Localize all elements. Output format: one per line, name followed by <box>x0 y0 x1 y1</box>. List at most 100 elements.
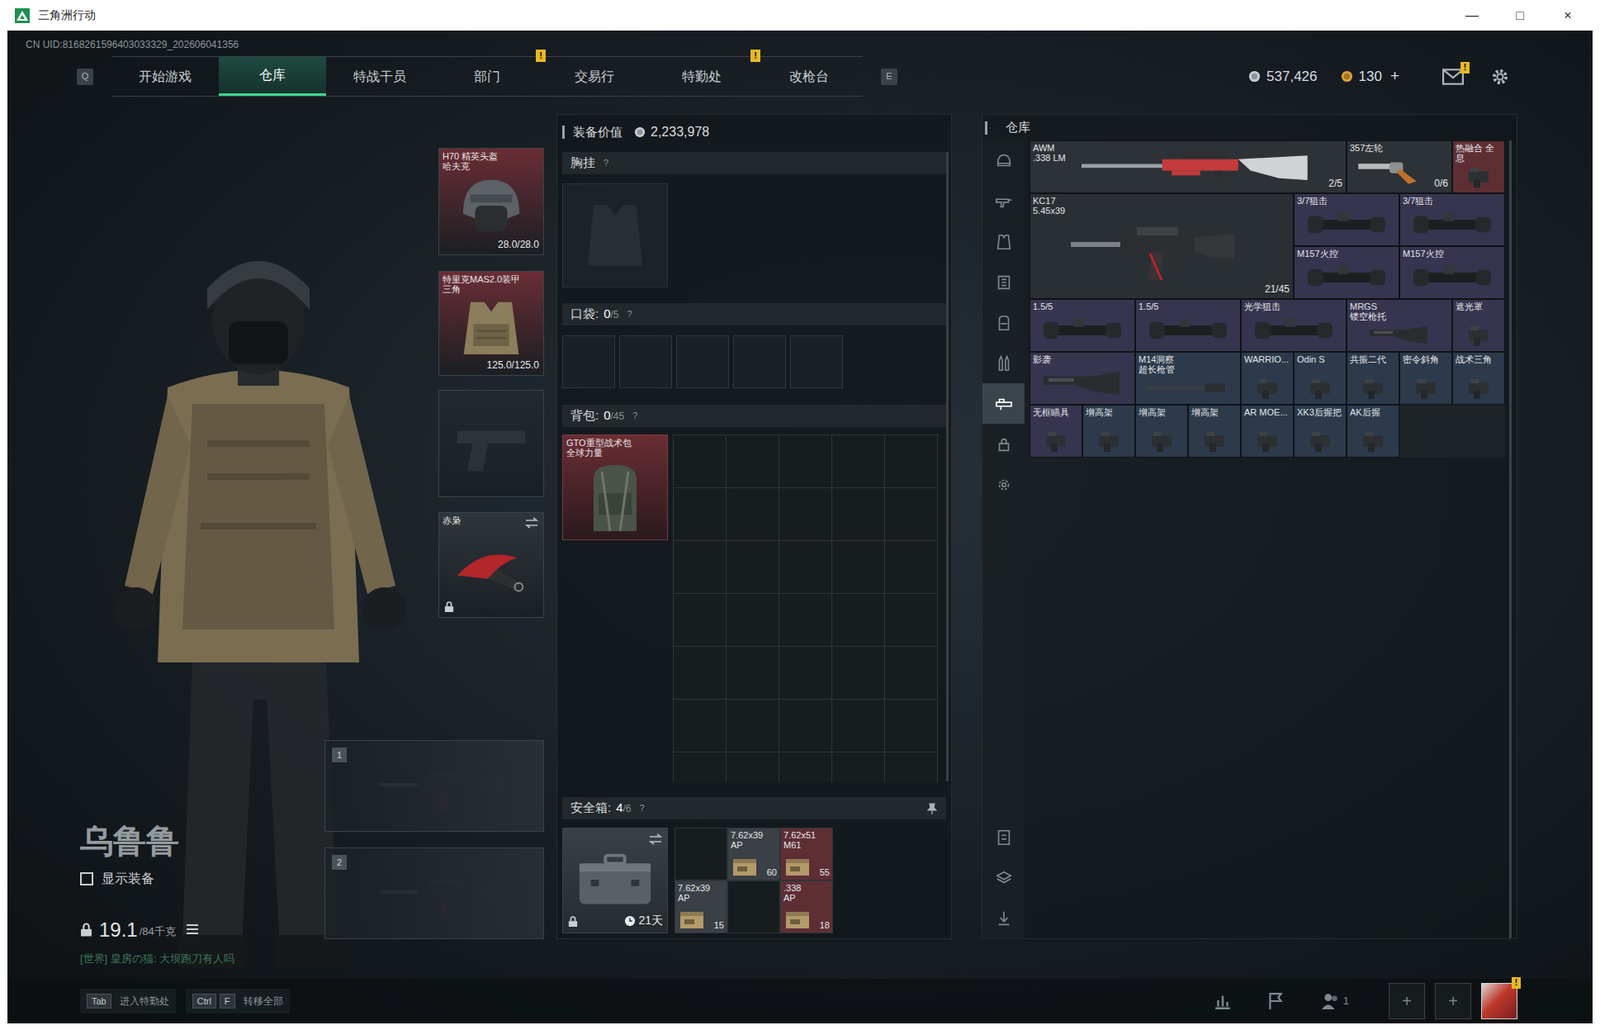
warehouse-tab[interactable] <box>982 383 1025 424</box>
warehouse-tab[interactable] <box>982 140 1025 181</box>
warehouse-item[interactable]: 3/7狙击 <box>1293 193 1400 247</box>
safe-box-slot[interactable] <box>727 880 781 933</box>
add-currency-button[interactable]: + <box>1390 64 1400 89</box>
add-teammate-button[interactable]: + <box>1434 982 1472 1019</box>
safe-box-slot[interactable]: 7.62x39AP15 <box>674 880 728 933</box>
safe-box-slot[interactable]: 7.62x51M6155 <box>780 827 834 881</box>
warehouse-item[interactable]: WARRIO... <box>1240 351 1294 405</box>
help-button[interactable]: ? <box>632 408 638 423</box>
safe-box-slot[interactable]: 7.62x39AP60 <box>727 827 781 881</box>
key-hint[interactable]: Q <box>76 68 94 86</box>
warehouse-item[interactable]: 357左轮0/6 <box>1346 140 1453 194</box>
backpack-cell[interactable] <box>832 435 886 488</box>
backpack-cell[interactable] <box>673 540 727 594</box>
backpack-cell[interactable] <box>726 435 780 488</box>
show-equipment-toggle[interactable]: 显示装备 <box>80 871 235 886</box>
warehouse-tab[interactable] <box>982 261 1025 303</box>
chest-rig-slot[interactable] <box>562 183 668 288</box>
warehouse-item[interactable]: AK后握 <box>1346 404 1400 458</box>
backpack-cell[interactable] <box>885 540 938 594</box>
window-control[interactable]: × <box>1543 5 1592 26</box>
backpack-cell[interactable] <box>673 487 727 541</box>
backpack-cell[interactable] <box>779 540 833 594</box>
backpack-cell[interactable] <box>779 699 833 753</box>
scrollbar[interactable] <box>946 151 949 782</box>
warehouse-item[interactable]: 密令斜角 <box>1399 351 1453 405</box>
warehouse-tab[interactable] <box>982 221 1025 262</box>
backpack-cell[interactable] <box>726 646 780 700</box>
pocket-slot[interactable] <box>733 335 786 389</box>
backpack-cell[interactable] <box>779 593 833 647</box>
backpack-cell[interactable] <box>832 699 886 753</box>
checkbox[interactable] <box>80 871 94 886</box>
warehouse-tab[interactable] <box>982 423 1025 464</box>
warehouse-item[interactable]: M157火控 <box>1399 246 1506 299</box>
backpack-cell[interactable] <box>673 699 727 753</box>
player-avatar[interactable]: ! <box>1481 982 1518 1019</box>
backpack-cell[interactable] <box>832 752 886 782</box>
warehouse-item[interactable]: AR MOE... <box>1240 404 1294 458</box>
warehouse-item[interactable]: 增高架 <box>1188 404 1241 458</box>
nav-tab[interactable]: 部门! <box>433 56 541 96</box>
window-control[interactable]: □ <box>1495 5 1544 26</box>
ammo-item[interactable]: .338AP18 <box>781 880 833 933</box>
pocket-slot[interactable] <box>619 335 673 389</box>
backpack-cell[interactable] <box>885 646 938 700</box>
warehouse-tab[interactable] <box>982 463 1025 505</box>
backpack-cell[interactable] <box>726 487 780 541</box>
add-teammate-button[interactable]: + <box>1388 982 1425 1019</box>
backpack-cell[interactable] <box>779 487 833 541</box>
window-control[interactable]: — <box>1448 5 1496 26</box>
pocket-slot[interactable] <box>790 335 843 389</box>
warehouse-item[interactable]: 无框瞄具 <box>1029 404 1083 458</box>
safe-box-slot[interactable]: .338AP18 <box>780 880 834 933</box>
backpack-cell[interactable] <box>885 435 938 488</box>
nav-tab[interactable]: 改枪台 <box>755 56 863 96</box>
backpack-cell[interactable] <box>885 699 938 753</box>
help-button[interactable]: ? <box>639 800 645 815</box>
warehouse-item[interactable]: M157火控 <box>1293 246 1400 299</box>
warehouse-item[interactable]: 光学狙击 <box>1240 298 1347 352</box>
help-button[interactable]: ? <box>627 307 633 322</box>
warehouse-item[interactable]: 增高架 <box>1135 404 1189 458</box>
weapon-slot[interactable]: 2 <box>324 847 545 939</box>
warehouse-item[interactable]: KC175.45x3921/45 <box>1029 193 1294 299</box>
ammo-item[interactable]: 7.62x39AP15 <box>675 880 727 933</box>
backpack-cell[interactable] <box>885 593 938 647</box>
warehouse-item[interactable]: 3/7狙击 <box>1399 193 1506 247</box>
nav-tab[interactable]: 特战干员 <box>326 56 434 96</box>
shortcut-hint[interactable]: CtrlF转移全部 <box>185 988 290 1014</box>
warehouse-tool[interactable] <box>982 897 1025 938</box>
shortcut-hint[interactable]: Tab进入特勤处 <box>80 988 176 1014</box>
warehouse-item[interactable]: XK3后握把 <box>1293 404 1347 458</box>
safe-box-slot[interactable] <box>674 827 728 881</box>
backpack-cell[interactable] <box>726 752 780 782</box>
mail-button[interactable]: ! <box>1442 68 1464 86</box>
backpack-cell[interactable] <box>832 593 886 647</box>
backpack-cell[interactable] <box>779 646 833 700</box>
equipment-slot[interactable] <box>438 389 545 498</box>
backpack-cell[interactable] <box>726 699 780 753</box>
ammo-item[interactable]: 7.62x39AP60 <box>728 828 780 880</box>
backpack-cell[interactable] <box>832 540 886 594</box>
warehouse-item[interactable]: 遮光罩 <box>1452 298 1506 352</box>
backpack-cell[interactable] <box>726 540 780 594</box>
backpack-cell[interactable] <box>673 752 727 782</box>
warehouse-tool[interactable] <box>982 816 1025 857</box>
backpack-cell[interactable] <box>832 646 886 700</box>
party-count[interactable]: 1 <box>1320 991 1350 1010</box>
warehouse-item[interactable]: 热融合 全息 <box>1452 140 1506 194</box>
pocket-slot[interactable] <box>562 335 616 389</box>
backpack-slot[interactable]: GTO重型战术包全球力量 <box>562 434 668 540</box>
nav-tab[interactable]: 仓库 <box>218 56 327 96</box>
backpack-cell[interactable] <box>726 593 780 647</box>
warehouse-item[interactable]: MRGS镂空枪托 <box>1346 298 1453 352</box>
scrollbar[interactable] <box>1509 140 1512 938</box>
backpack-cell[interactable] <box>832 487 886 541</box>
warehouse-tab[interactable] <box>982 302 1025 343</box>
warehouse-item[interactable]: 增高架 <box>1082 404 1136 458</box>
equipment-slot[interactable]: H70 精英头盔哈夫克28.0/28.0 <box>438 147 545 256</box>
backpack-cell[interactable] <box>673 593 727 647</box>
warehouse-item[interactable]: Odin S <box>1293 351 1347 405</box>
warehouse-item[interactable]: 共振二代 <box>1346 351 1400 405</box>
